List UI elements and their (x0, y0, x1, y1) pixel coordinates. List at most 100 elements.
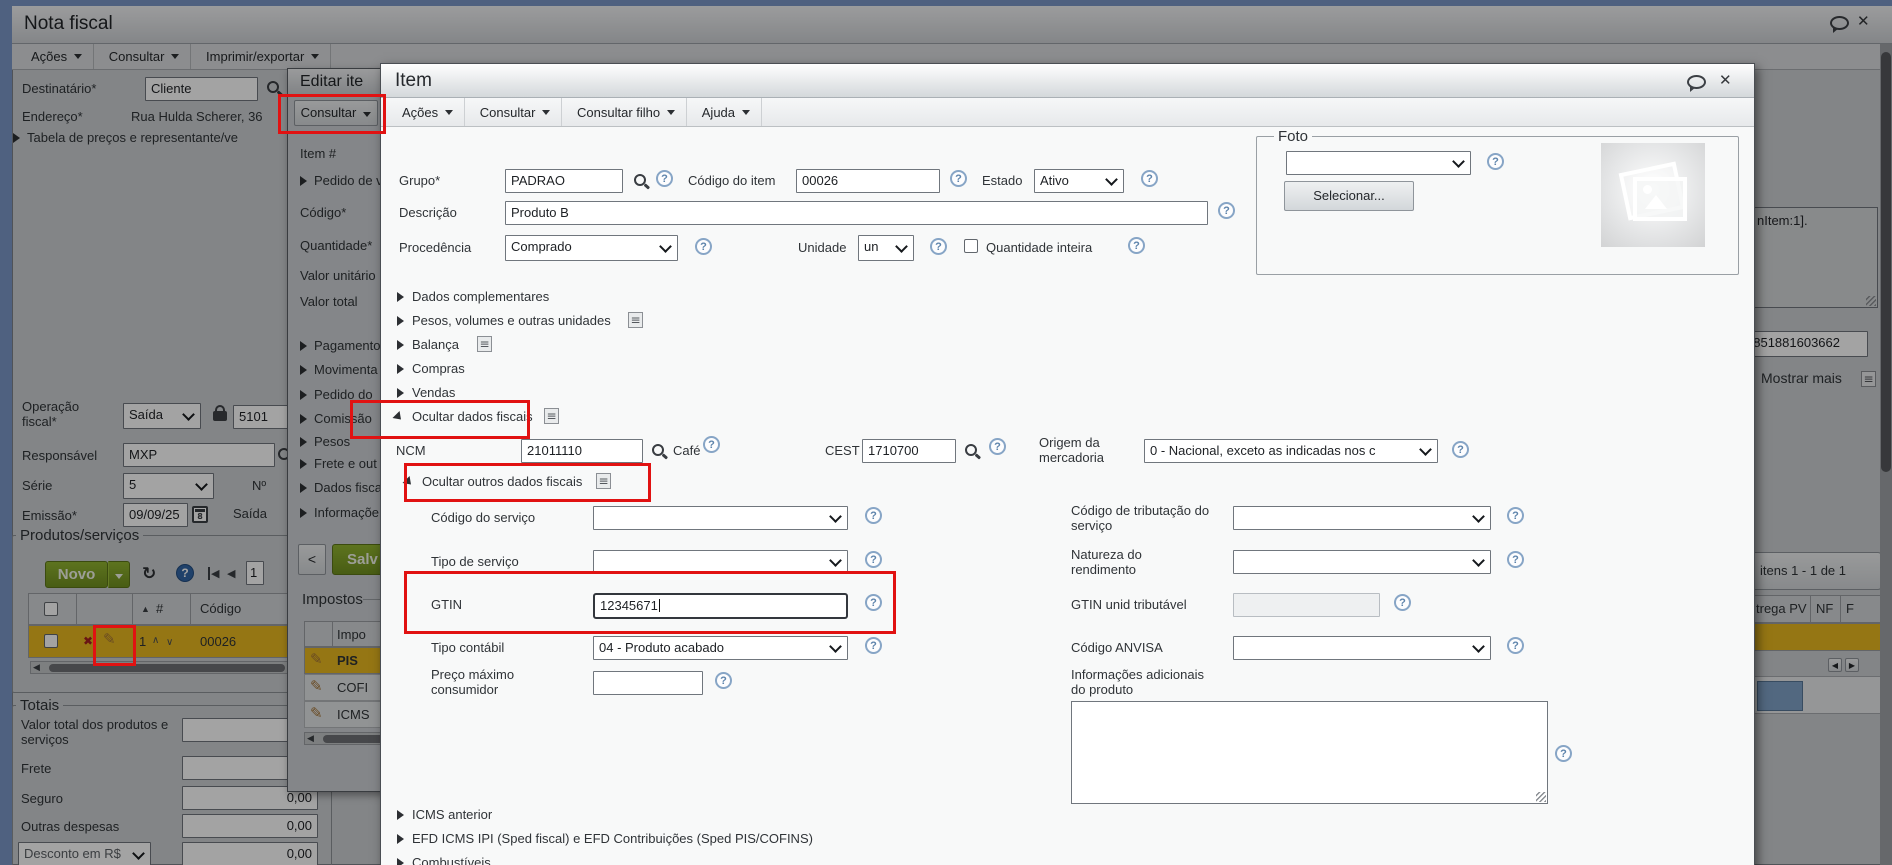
cod-tributacao-select[interactable] (1233, 506, 1491, 530)
section-ocultar-outros[interactable]: Ocultar outros dados fiscais (422, 474, 582, 489)
help-icon[interactable]: ? (715, 672, 732, 689)
chave-acesso-input-fragment[interactable]: 2851881603662 (1740, 331, 1868, 357)
help-icon[interactable]: ? (703, 436, 720, 453)
natureza-select[interactable] (1233, 550, 1491, 574)
help-icon[interactable]: ? (1394, 594, 1411, 611)
item-menu-consultar[interactable]: Consultar (469, 98, 563, 126)
operacao-codigo-input[interactable]: 5101 (233, 405, 293, 429)
responsavel-input[interactable]: MXP (123, 443, 275, 467)
first-page-icon[interactable]: ◀ (208, 567, 219, 580)
expand-arrow-icon[interactable] (13, 133, 20, 143)
novo-dropdown-button[interactable] (108, 561, 130, 588)
section-dados-complementares[interactable]: Dados complementares (412, 289, 549, 304)
move-down-icon[interactable]: ∨ (166, 637, 173, 648)
page-input[interactable]: 1 (246, 561, 264, 585)
estado-select[interactable]: Ativo (1034, 169, 1124, 193)
codigo-item-input[interactable]: 00026 (796, 169, 940, 193)
help-icon[interactable]: ? (865, 507, 882, 524)
operacao-fiscal-select[interactable]: Saída (123, 403, 201, 429)
h-scrollbar[interactable]: ◀ (30, 661, 288, 674)
section-vendas[interactable]: Vendas (412, 385, 455, 400)
editar-label-dados-fiscais[interactable]: Dados fisca (314, 480, 382, 495)
editar-label-pagamento[interactable]: Pagamento (314, 338, 381, 353)
anvisa-select[interactable] (1233, 636, 1491, 660)
expand-arrow-icon[interactable] (300, 437, 307, 447)
expand-arrow-icon[interactable] (300, 365, 307, 375)
item-menu-ajuda[interactable]: Ajuda (691, 98, 763, 126)
delete-row-icon[interactable]: ✖ (83, 634, 93, 648)
expand-arrow-icon[interactable] (397, 340, 404, 350)
help-icon[interactable]: ? (656, 170, 673, 187)
calendar-icon[interactable] (192, 506, 208, 523)
edit-row-pencil-icon[interactable]: ✎ (103, 632, 116, 647)
expand-arrow-icon[interactable] (397, 292, 404, 302)
origem-select[interactable]: 0 - Nacional, exceto as indicadas nos c (1144, 439, 1438, 463)
expand-arrow-icon[interactable] (300, 508, 307, 518)
sort-asc-icon[interactable]: ▲ (141, 604, 150, 614)
help-icon[interactable]: ? (1507, 507, 1524, 524)
item-close-icon[interactable]: ✕ (1719, 73, 1732, 88)
nf-chat-icon[interactable] (1830, 16, 1849, 33)
desconto-input[interactable]: 0,00 (182, 842, 318, 865)
tabela-precos-link[interactable]: Tabela de preços e representante/ve (27, 130, 238, 145)
help-icon[interactable]: ? (1218, 202, 1235, 219)
move-up-icon[interactable]: ∧ (152, 635, 159, 646)
editar-label-pesos[interactable]: Pesos (314, 434, 350, 449)
help-icon[interactable]: ? (695, 238, 712, 255)
select-all-checkbox[interactable] (44, 602, 58, 616)
section-pesos-volumes[interactable]: Pesos, volumes e outras unidades (412, 313, 611, 328)
item-menu-acoes[interactable]: Ações (391, 98, 466, 126)
serie-select[interactable]: 5 (123, 473, 214, 499)
list-icon[interactable]: ≡ (477, 336, 492, 352)
nf-menu-acoes[interactable]: Ações (20, 44, 95, 69)
list-icon[interactable]: ≡ (1861, 371, 1876, 387)
help-icon[interactable]: ? (1128, 237, 1145, 254)
row-checkbox[interactable] (44, 634, 58, 648)
novo-button[interactable]: Novo (45, 561, 108, 588)
nf-menu-imprimir[interactable]: Imprimir/exportar (195, 44, 332, 69)
edit-pencil-icon[interactable]: ✎ (310, 706, 323, 721)
refresh-icon[interactable]: ↻ (142, 564, 156, 584)
expand-arrow-icon[interactable] (397, 810, 404, 820)
procedencia-select[interactable]: Comprado (505, 235, 678, 261)
item-menu-consultar-filho[interactable]: Consultar filho (566, 98, 688, 126)
scroll-right-button[interactable]: ▶ (1845, 658, 1859, 672)
help-icon[interactable]: ? (1507, 637, 1524, 654)
prev-page-icon[interactable]: ◀ (227, 567, 235, 580)
resize-handle-icon[interactable] (1536, 792, 1546, 802)
preco-maximo-input[interactable] (593, 671, 703, 695)
section-compras[interactable]: Compras (412, 361, 465, 376)
section-icms-anterior[interactable]: ICMS anterior (412, 807, 492, 822)
section-efd[interactable]: EFD ICMS IPI (Sped fiscal) e EFD Contrib… (412, 831, 813, 846)
help-icon[interactable]: ? (1141, 170, 1158, 187)
help-icon[interactable]: ? (1452, 441, 1469, 458)
tipo-servico-select[interactable] (593, 550, 848, 574)
v-scrollbar-thumb[interactable] (1881, 52, 1891, 472)
scroll-left-button[interactable]: ◀ (1828, 658, 1842, 672)
tipo-contabil-select[interactable]: 04 - Produto acabado (593, 636, 848, 660)
observacoes-textarea-fragment[interactable]: nItem:1]. (1740, 207, 1878, 308)
editar-label-informacoes[interactable]: Informaçõe (314, 505, 379, 520)
nf-close-icon[interactable]: ✕ (1857, 14, 1870, 29)
list-icon[interactable]: ≡ (544, 408, 559, 424)
selecionar-button[interactable]: Selecionar... (1284, 181, 1414, 211)
col-num-header[interactable]: # (156, 601, 163, 616)
nf-menu-consultar[interactable]: Consultar (98, 44, 192, 69)
desconto-select[interactable]: Desconto em R$ (18, 842, 151, 865)
descricao-input[interactable]: Produto B (505, 201, 1208, 225)
help-icon[interactable]: ? (1507, 551, 1524, 568)
scroll-left-icon[interactable]: ◀ (33, 662, 40, 673)
editar-label-movimenta[interactable]: Movimenta (314, 362, 378, 377)
editar-label-pedido-venda[interactable]: Pedido de v (314, 173, 383, 188)
foto-select[interactable] (1286, 151, 1471, 175)
scroll-thumb[interactable] (49, 664, 285, 672)
section-balanca[interactable]: Balança (412, 337, 459, 352)
edit-pencil-icon[interactable]: ✎ (310, 652, 323, 667)
expand-arrow-icon[interactable] (300, 459, 307, 469)
help-icon[interactable]: ? (1555, 745, 1572, 762)
expand-arrow-icon[interactable] (300, 414, 307, 424)
expand-arrow-icon[interactable] (300, 483, 307, 493)
scroll-left-icon[interactable]: ◀ (307, 733, 314, 744)
quantidade-inteira-checkbox[interactable] (964, 239, 978, 253)
editar-label-comissao[interactable]: Comissão (314, 411, 372, 426)
